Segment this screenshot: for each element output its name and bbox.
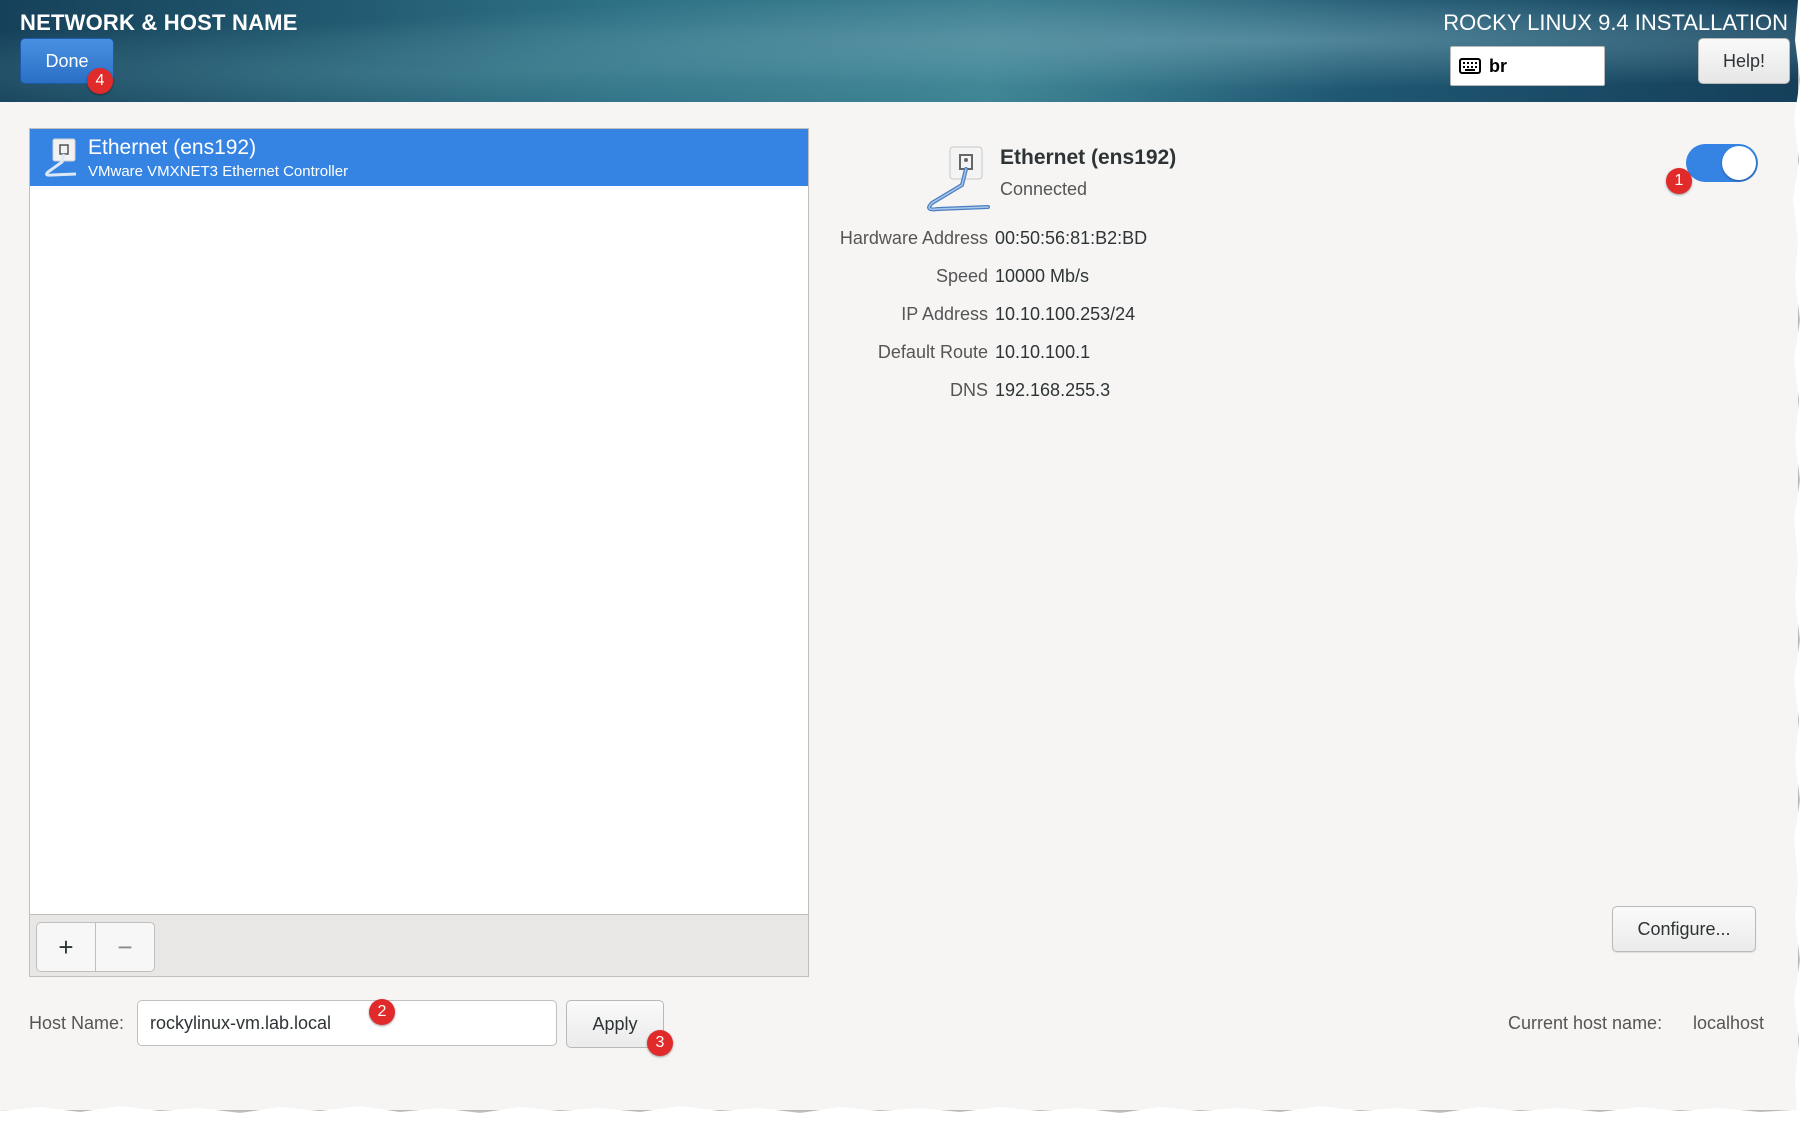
info-value: 10000 Mb/s — [995, 266, 1090, 286]
torn-edge-bottom — [0, 1106, 1810, 1125]
info-label: Speed — [935, 266, 988, 286]
keyboard-icon — [1459, 58, 1481, 74]
info-label: DNS — [949, 380, 988, 400]
device-list-item[interactable]: Ethernet (ens192) VMware VMXNET3 Etherne… — [30, 129, 808, 186]
header-banner: NETWORK & HOST NAME ROCKY LINUX 9.4 INST… — [0, 0, 1798, 102]
keyboard-layout-indicator[interactable]: br — [1450, 46, 1605, 86]
product-title: ROCKY LINUX 9.4 INSTALLATION — [1443, 10, 1788, 35]
help-button[interactable]: Help! — [1698, 38, 1790, 84]
callout-badge-4: 4 — [87, 68, 113, 94]
callout-badge-1: 1 — [1666, 168, 1692, 194]
info-row-speed: Speed 10000 Mb/s — [800, 266, 1400, 290]
host-name-input[interactable] — [137, 1000, 557, 1046]
ethernet-icon — [45, 138, 77, 177]
info-value: 10.10.100.253/24 — [995, 304, 1136, 324]
info-label: Hardware Address — [839, 228, 988, 248]
details-status: Connected — [1000, 179, 1088, 199]
toggle-knob — [1722, 146, 1756, 180]
info-value: 00:50:56:81:B2:BD — [995, 228, 1148, 248]
add-device-button[interactable]: + — [37, 923, 95, 971]
callout-badge-3: 3 — [647, 1030, 673, 1056]
info-value: 10.10.100.1 — [995, 342, 1091, 362]
page-title: NETWORK & HOST NAME — [20, 10, 298, 35]
device-name: Ethernet (ens192) — [88, 136, 257, 159]
configure-button[interactable]: Configure... — [1612, 906, 1756, 952]
installer-window: NETWORK & HOST NAME ROCKY LINUX 9.4 INST… — [0, 0, 1798, 1110]
callout-badge-2: 2 — [369, 999, 395, 1025]
torn-edge-right — [1793, 0, 1810, 1125]
info-value: 192.168.255.3 — [995, 380, 1111, 400]
info-row-ip-address: IP Address 10.10.100.253/24 — [800, 304, 1400, 328]
host-name-label: Host Name: — [29, 1013, 125, 1033]
info-row-dns: DNS 192.168.255.3 — [800, 380, 1400, 404]
device-list-toolbar: + − — [30, 914, 808, 976]
add-remove-group: + − — [36, 922, 155, 972]
current-host-name-value: localhost — [1693, 1013, 1765, 1033]
keyboard-layout-label: br — [1489, 55, 1507, 76]
device-list: Ethernet (ens192) VMware VMXNET3 Etherne… — [29, 128, 809, 977]
device-enable-toggle[interactable] — [1686, 144, 1758, 182]
info-label: IP Address — [901, 304, 988, 324]
info-row-default-route: Default Route 10.10.100.1 — [800, 342, 1400, 366]
device-description: VMware VMXNET3 Ethernet Controller — [88, 163, 349, 180]
current-host-name-label: Current host name: — [1508, 1013, 1663, 1033]
info-label: Default Route — [877, 342, 988, 362]
info-row-hardware-address: Hardware Address 00:50:56:81:B2:BD — [800, 228, 1400, 252]
details-device-name: Ethernet (ens192) — [1000, 146, 1177, 169]
remove-device-button[interactable]: − — [95, 923, 154, 971]
ethernet-large-icon — [927, 146, 990, 212]
